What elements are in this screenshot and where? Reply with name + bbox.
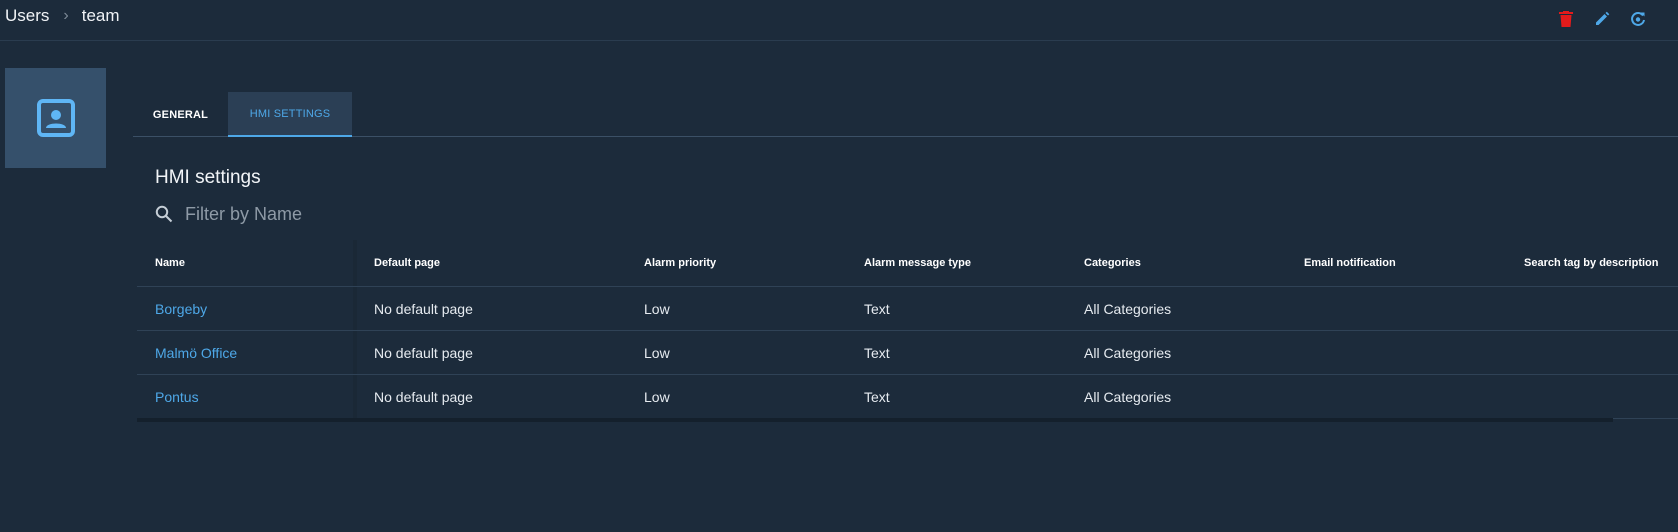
section-title: HMI settings (155, 167, 261, 188)
row-categories: All Categories (1084, 344, 1172, 361)
filter-by-name-input[interactable] (183, 202, 523, 226)
row-name-link[interactable]: Borgeby (155, 287, 355, 330)
horizontal-scrollbar[interactable] (137, 418, 1613, 422)
top-bar: Users › team (0, 0, 1678, 41)
breadcrumb-current: team (81, 6, 120, 25)
column-header-alarm-message-type[interactable]: Alarm message type (864, 240, 971, 286)
table-row[interactable]: Borgeby No default page Low Text All Cat… (137, 287, 1678, 331)
chevron-right-icon: › (63, 7, 69, 24)
user-group-avatar (5, 68, 106, 168)
tab-bar: GENERAL HMI SETTINGS (133, 92, 1678, 137)
row-alarm-priority: Low (644, 388, 670, 405)
tab-general[interactable]: GENERAL (133, 92, 228, 137)
row-categories: All Categories (1084, 388, 1172, 405)
filter-box (155, 201, 555, 227)
breadcrumb-users[interactable]: Users (5, 6, 49, 26)
column-header-alarm-priority[interactable]: Alarm priority (644, 240, 716, 286)
row-alarm-priority: Low (644, 300, 670, 317)
search-icon (155, 205, 173, 223)
row-alarm-message-type: Text (864, 300, 890, 317)
refresh-icon[interactable] (1627, 8, 1649, 30)
delete-icon[interactable] (1555, 8, 1577, 30)
row-categories: All Categories (1084, 300, 1172, 317)
row-alarm-message-type: Text (864, 388, 890, 405)
table-row[interactable]: Malmö Office No default page Low Text Al… (137, 331, 1678, 375)
tab-hmi-settings[interactable]: HMI SETTINGS (228, 92, 352, 137)
row-alarm-message-type: Text (864, 344, 890, 361)
breadcrumb: Users › team (5, 6, 120, 26)
column-header-name[interactable]: Name (155, 240, 355, 286)
column-header-email-notification[interactable]: Email notification (1304, 240, 1396, 286)
row-default-page: No default page (374, 388, 473, 405)
edit-icon[interactable] (1591, 8, 1613, 30)
column-header-categories[interactable]: Categories (1084, 240, 1141, 286)
table-header: Name Default page Alarm priority Alarm m… (137, 240, 1678, 287)
row-name-link[interactable]: Pontus (155, 375, 355, 418)
column-header-default-page[interactable]: Default page (374, 240, 440, 286)
row-alarm-priority: Low (644, 344, 670, 361)
header-actions (1555, 8, 1663, 30)
table-row[interactable]: Pontus No default page Low Text All Cate… (137, 375, 1678, 419)
row-name-link[interactable]: Malmö Office (155, 331, 355, 374)
row-default-page: No default page (374, 344, 473, 361)
column-header-search-tag[interactable]: Search tag by description (1524, 240, 1658, 286)
row-default-page: No default page (374, 300, 473, 317)
contact-icon (36, 99, 75, 137)
hmi-settings-table: Name Default page Alarm priority Alarm m… (137, 240, 1678, 419)
